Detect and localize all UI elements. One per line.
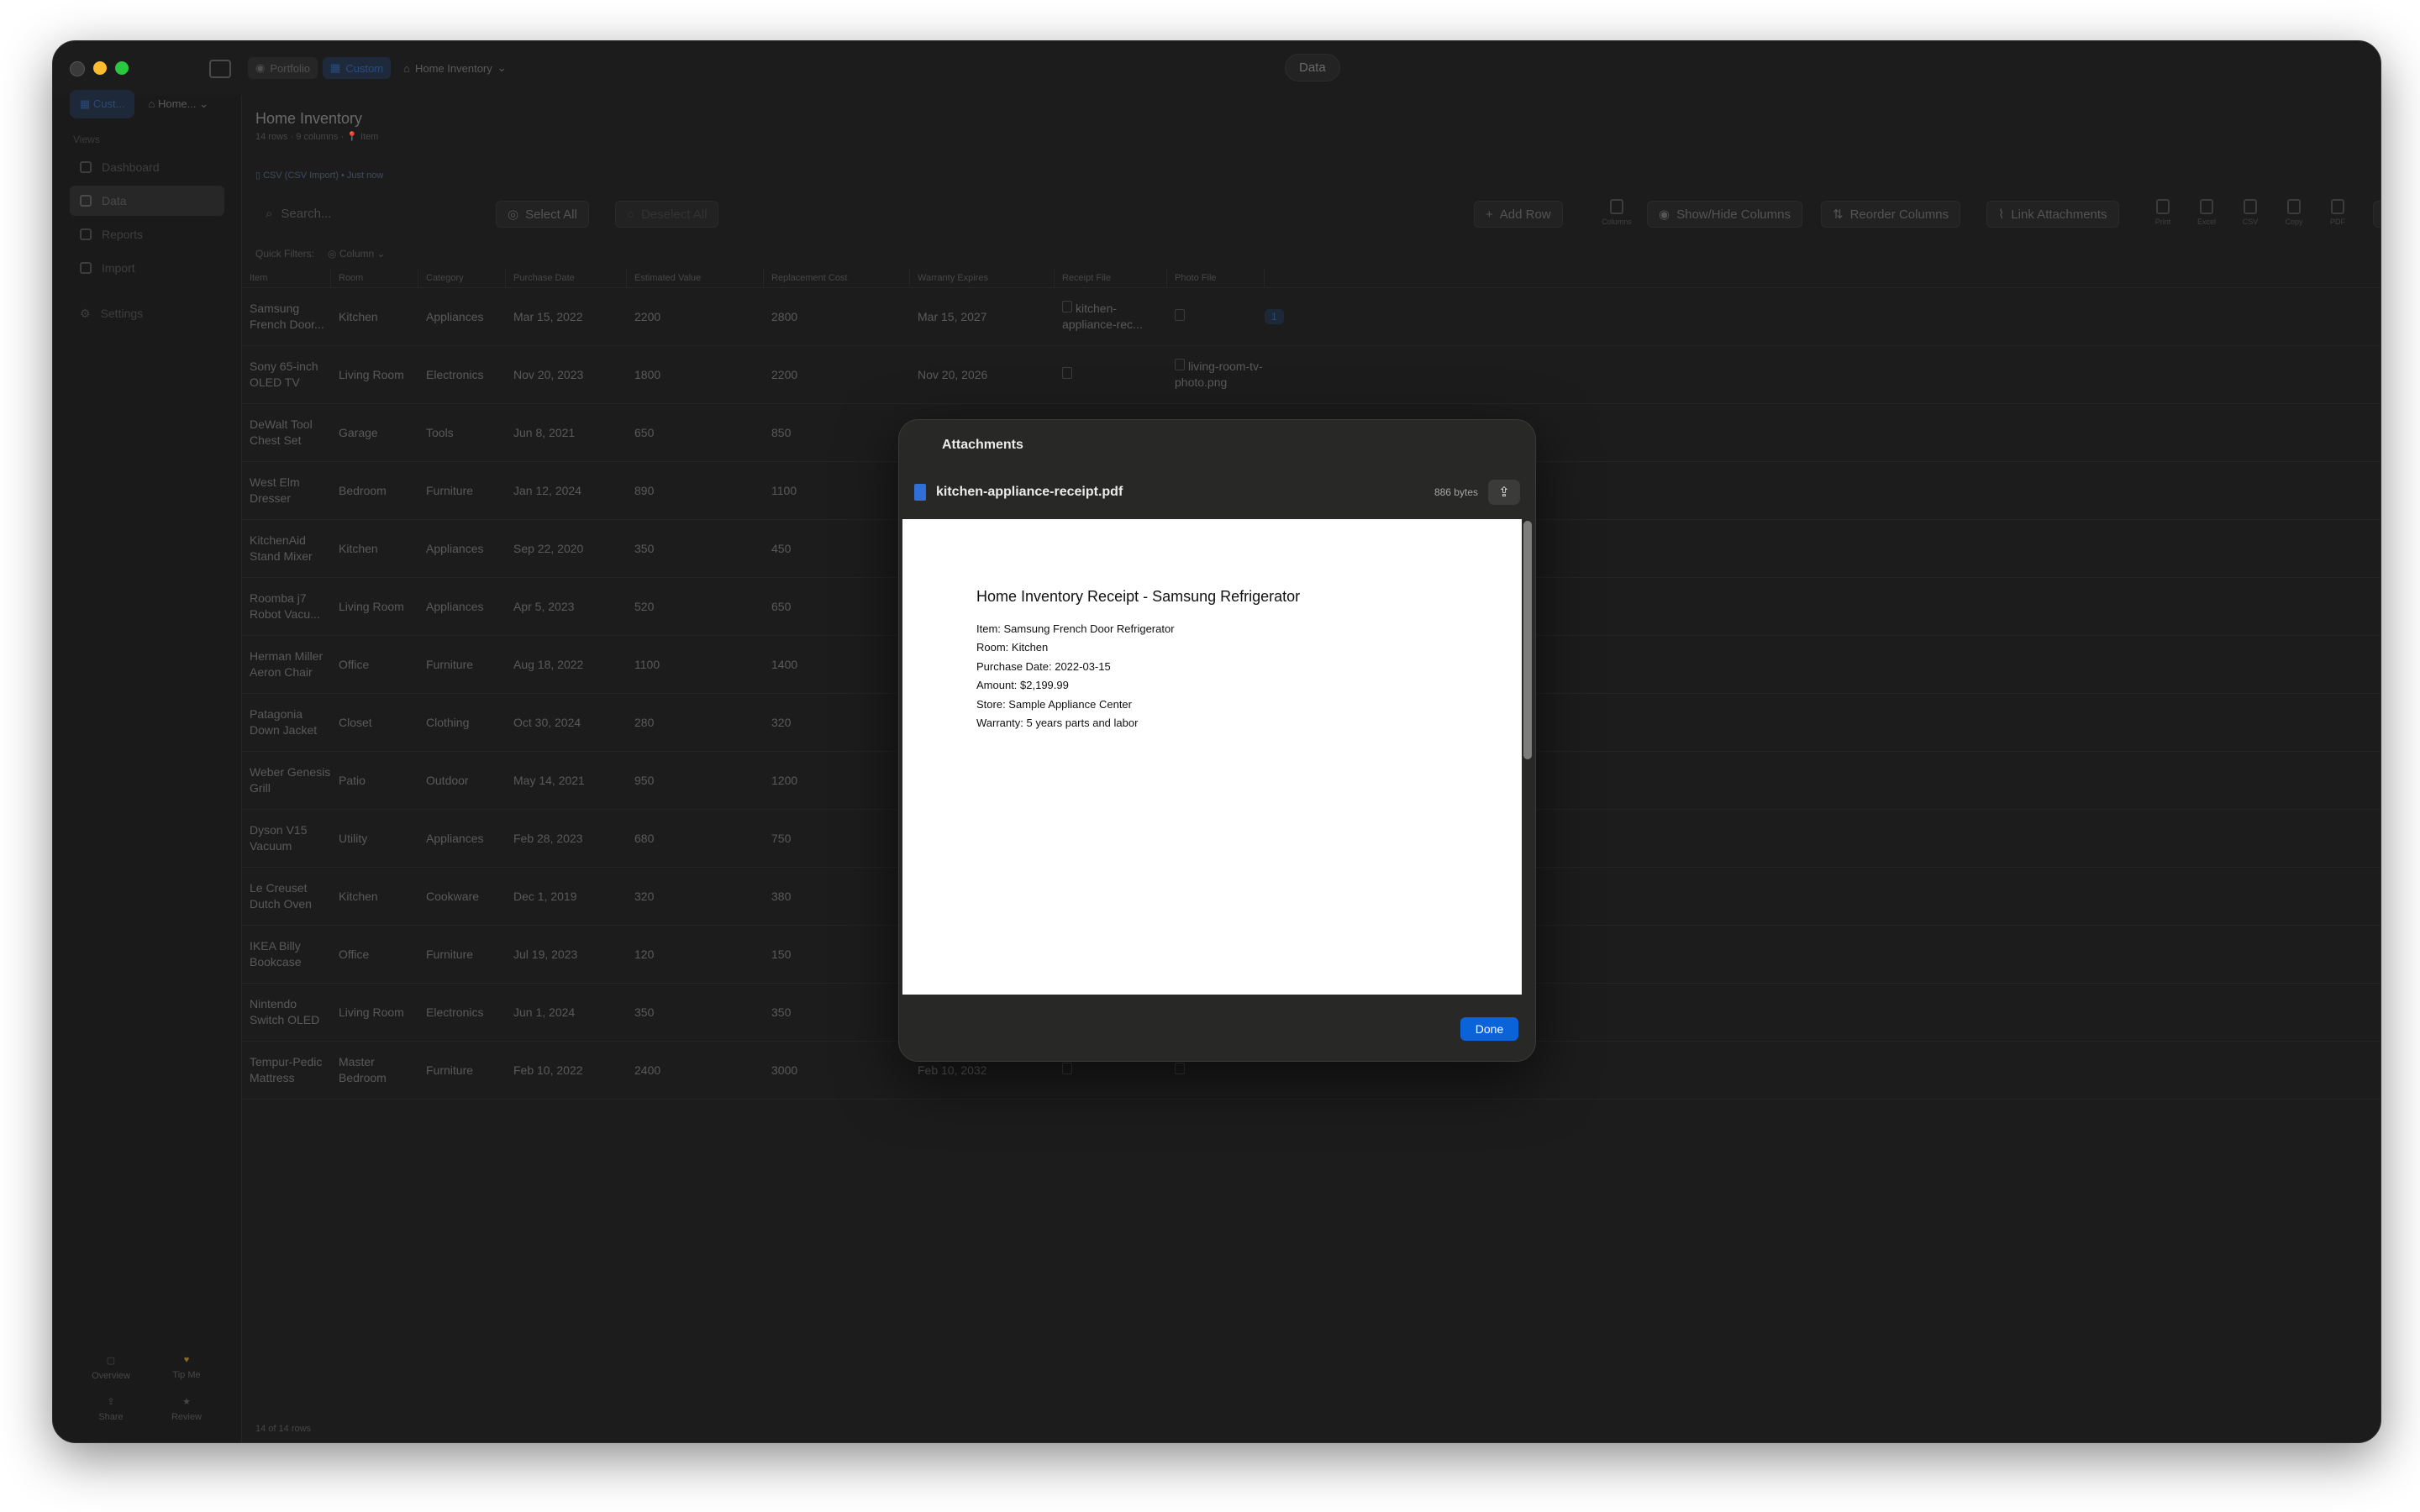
attachment-file-name: kitchen-appliance-receipt.pdf (936, 485, 1123, 499)
attachment-file-size: 886 bytes (1434, 486, 1478, 498)
modal-title: Attachments (942, 438, 1023, 452)
share-icon: ⇪ (1498, 486, 1510, 500)
pdf-file-icon (914, 484, 926, 501)
pdf-line: Purchase Date: 2022-03-15 (976, 659, 1111, 673)
pdf-line: Room: Kitchen (976, 641, 1049, 654)
pdf-body: Item: Samsung French Door Refrigerator Ro… (976, 620, 1175, 732)
pdf-heading: Home Inventory Receipt - Samsung Refrige… (976, 588, 1301, 605)
attachments-modal: Attachments kitchen-appliance-receipt.pd… (898, 419, 1536, 1062)
pdf-line: Amount: $2,199.99 (976, 679, 1069, 692)
pdf-scrollbar[interactable] (1523, 521, 1532, 759)
pdf-line: Warranty: 5 years parts and labor (976, 717, 1139, 730)
done-button[interactable]: Done (1460, 1017, 1518, 1041)
pdf-line: Store: Sample Appliance Center (976, 697, 1132, 711)
share-attachment-button[interactable]: ⇪ (1488, 480, 1520, 505)
attachment-file-row: kitchen-appliance-receipt.pdf 886 bytes … (914, 480, 1520, 505)
pdf-preview[interactable]: Home Inventory Receipt - Samsung Refrige… (902, 519, 1522, 995)
pdf-line: Item: Samsung French Door Refrigerator (976, 622, 1175, 635)
